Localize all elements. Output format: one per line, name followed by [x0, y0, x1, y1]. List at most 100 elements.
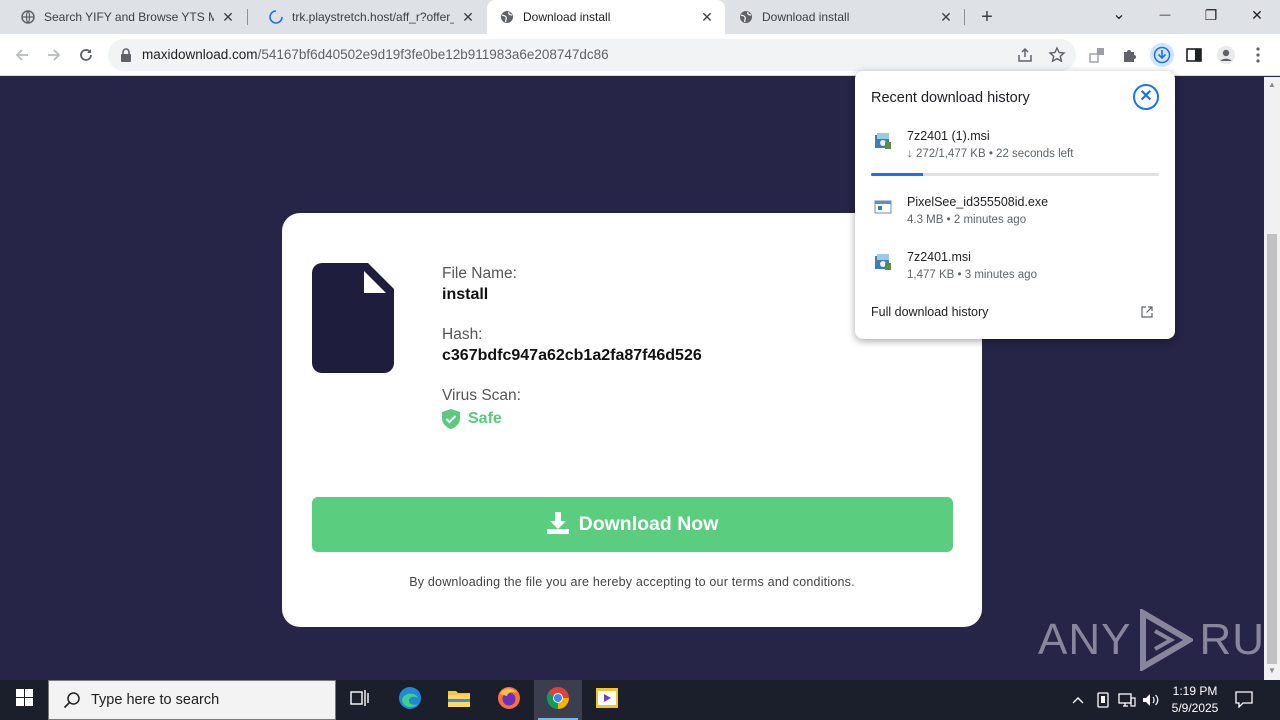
tab-search-chevron-icon[interactable]: ⌄: [1096, 0, 1142, 32]
download-file-status: ↓ 272/1,477 KB • 22 seconds left: [907, 148, 1074, 160]
shield-check-icon: [442, 409, 460, 429]
loading-icon: [268, 9, 284, 25]
search-placeholder: Type here to search: [91, 692, 220, 708]
firefox-icon: [497, 686, 521, 715]
watermark-left-text: ANY: [1038, 615, 1132, 664]
full-download-history-link[interactable]: Full download history: [871, 305, 988, 319]
task-view-button[interactable]: [336, 680, 384, 720]
anyrun-watermark: ANY RUN: [1038, 607, 1280, 673]
virus-scan-label: Virus Scan:: [442, 387, 521, 404]
download-progress-bar: [871, 173, 1159, 176]
task-view-icon: [350, 689, 370, 712]
download-file-status: 1,477 KB • 3 minutes ago: [907, 269, 1037, 281]
forward-button[interactable]: [42, 43, 66, 67]
start-button[interactable]: [0, 680, 48, 720]
scrollbar-thumb[interactable]: [1267, 234, 1277, 664]
folder-icon: [447, 688, 471, 713]
file-explorer-button[interactable]: [435, 680, 483, 720]
downloads-icon[interactable]: [1150, 43, 1174, 67]
url-path: /54167bf6d40502e9d19f3fe0be12b911983a6e2…: [257, 47, 609, 62]
share-icon[interactable]: [1016, 46, 1034, 64]
download-file-name: 7z2401 (1).msi: [907, 129, 990, 143]
back-button[interactable]: [10, 43, 34, 67]
msi-file-icon: [874, 132, 892, 150]
restore-button[interactable]: ❐: [1188, 0, 1234, 32]
virus-scan-status: Safe: [442, 409, 502, 429]
external-link-icon[interactable]: [1141, 305, 1153, 318]
tab-close-icon[interactable]: ✕: [699, 9, 715, 25]
bookmark-star-icon[interactable]: [1048, 46, 1066, 64]
address-bar[interactable]: maxidownload.com/54167bf6d40502e9d19f3fe…: [108, 39, 1076, 71]
profile-avatar-icon[interactable]: [1215, 44, 1237, 66]
menu-kebab-icon[interactable]: [1247, 44, 1269, 66]
show-hidden-icons-chevron-icon[interactable]: [1068, 680, 1088, 720]
download-file-status: 4.3 MB • 2 minutes ago: [907, 214, 1027, 226]
firefox-app-button[interactable]: [485, 680, 533, 720]
notification-center-icon[interactable]: [1234, 690, 1256, 710]
url-text: maxidownload.com/54167bf6d40502e9d19f3fe…: [142, 47, 609, 62]
taskbar-search[interactable]: Type here to search: [48, 680, 336, 720]
msi-file-icon: [874, 253, 892, 271]
exe-file-icon: [874, 198, 892, 216]
play-logo-icon: [1137, 607, 1196, 673]
media-player-icon: [595, 687, 619, 714]
windows-logo-icon: [15, 689, 33, 711]
volume-icon[interactable]: [1140, 680, 1162, 720]
edge-icon: [398, 686, 422, 715]
tab-playstretch[interactable]: trk.playstretch.host/aff_r?offer_id ✕: [248, 0, 486, 34]
close-window-button[interactable]: ✕: [1234, 0, 1280, 32]
url-domain: maxidownload.com: [142, 47, 258, 62]
taskbar-clock[interactable]: 1:19 PM 5/9/2025: [1160, 683, 1230, 717]
download-history-panel: Recent download history ✕ 7z2401 (1).msi…: [855, 71, 1175, 339]
device-status-icon[interactable]: [1093, 680, 1113, 720]
tab-yify[interactable]: Search YIFY and Browse YTS Mo ✕: [0, 0, 246, 34]
globe-icon: [499, 9, 515, 25]
panel-title: Recent download history: [871, 90, 1030, 106]
reload-button[interactable]: [74, 43, 98, 67]
media-app-button[interactable]: [583, 680, 631, 720]
tab-title: Search YIFY and Browse YTS Mo: [44, 10, 214, 24]
tab-title: Download install: [523, 10, 611, 24]
minimize-button[interactable]: —: [1142, 0, 1188, 32]
download-progress-fill: [871, 173, 923, 176]
close-panel-button[interactable]: ✕: [1133, 84, 1159, 110]
safe-status-text: Safe: [468, 410, 502, 427]
file-name-value: install: [442, 286, 489, 303]
terms-text: By downloading the file you are hereby a…: [409, 575, 855, 589]
hash-value: c367bdfc947a62cb1a2fa87f46d526: [442, 347, 702, 364]
tab-download-install[interactable]: Download install ✕: [726, 0, 964, 34]
edge-app-button[interactable]: [386, 680, 434, 720]
download-file-name: 7z2401.msi: [907, 250, 971, 264]
download-item[interactable]: PixelSee_id355508id.exe 4.3 MB • 2 minut…: [855, 193, 1175, 239]
windows-taskbar: Type here to search 1:19 PM 5/9/2025: [0, 680, 1280, 720]
lock-icon[interactable]: [120, 48, 132, 62]
chrome-app-button[interactable]: [534, 680, 582, 720]
download-now-button[interactable]: Download Now: [312, 497, 953, 552]
download-now-label: Download Now: [578, 513, 719, 535]
tab-close-icon[interactable]: ✕: [938, 9, 954, 25]
tab-download-install-active[interactable]: Download install ✕: [487, 0, 725, 34]
tab-close-icon[interactable]: ✕: [220, 9, 236, 25]
page-scrollbar[interactable]: ▲ ▼: [1264, 77, 1280, 680]
tab-close-icon[interactable]: ✕: [460, 9, 476, 25]
download-file-name: PixelSee_id355508id.exe: [907, 195, 1049, 209]
search-icon: [63, 691, 81, 709]
globe-icon: [20, 9, 36, 25]
download-icon: [546, 511, 569, 534]
scroll-down-arrow-icon[interactable]: ▼: [1268, 667, 1276, 675]
tab-groups-icon[interactable]: [1086, 44, 1108, 66]
network-icon[interactable]: [1116, 680, 1138, 720]
side-panel-icon[interactable]: [1183, 44, 1205, 66]
clock-date: 5/9/2025: [1171, 701, 1219, 715]
hash-label: Hash:: [442, 326, 483, 343]
clock-time: 1:19 PM: [1172, 684, 1218, 698]
globe-icon: [738, 9, 754, 25]
download-item[interactable]: 7z2401 (1).msi ↓ 272/1,477 KB • 22 secon…: [855, 127, 1175, 173]
tab-title: trk.playstretch.host/aff_r?offer_id: [292, 10, 454, 24]
browser-toolbar: maxidownload.com/54167bf6d40502e9d19f3fe…: [0, 34, 1280, 76]
download-item[interactable]: 7z2401.msi 1,477 KB • 3 minutes ago: [855, 248, 1175, 294]
scroll-up-arrow-icon[interactable]: ▲: [1268, 81, 1276, 89]
new-tab-button[interactable]: +: [976, 6, 998, 28]
file-icon: [312, 263, 394, 373]
extensions-puzzle-icon[interactable]: [1119, 44, 1141, 66]
